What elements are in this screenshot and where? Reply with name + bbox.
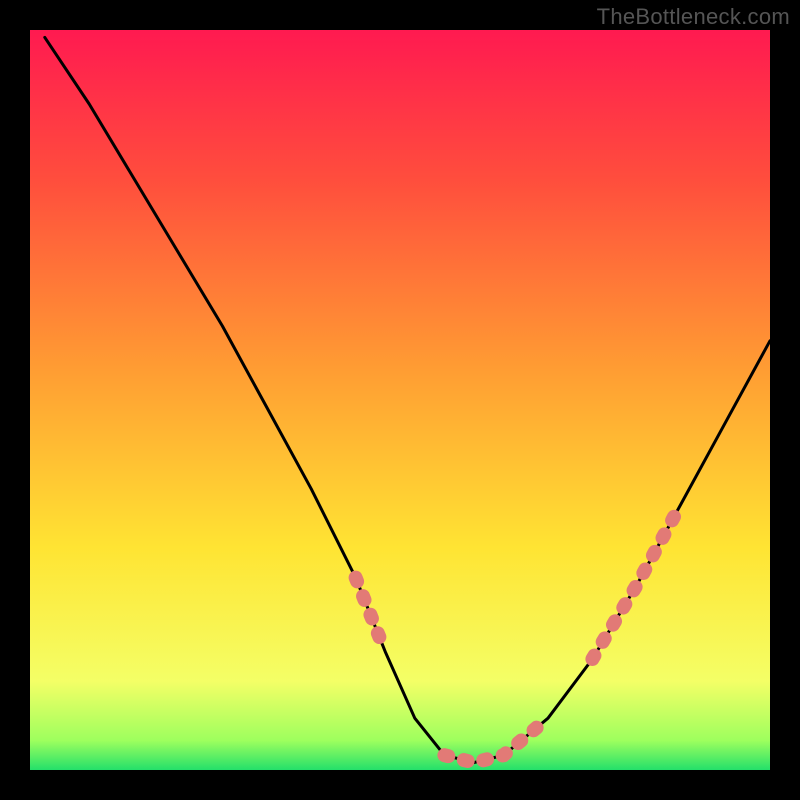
plot-background xyxy=(30,30,770,770)
bottleneck-plot xyxy=(30,30,770,770)
watermark-text: TheBottleneck.com xyxy=(597,4,790,30)
chart-frame: TheBottleneck.com xyxy=(0,0,800,800)
